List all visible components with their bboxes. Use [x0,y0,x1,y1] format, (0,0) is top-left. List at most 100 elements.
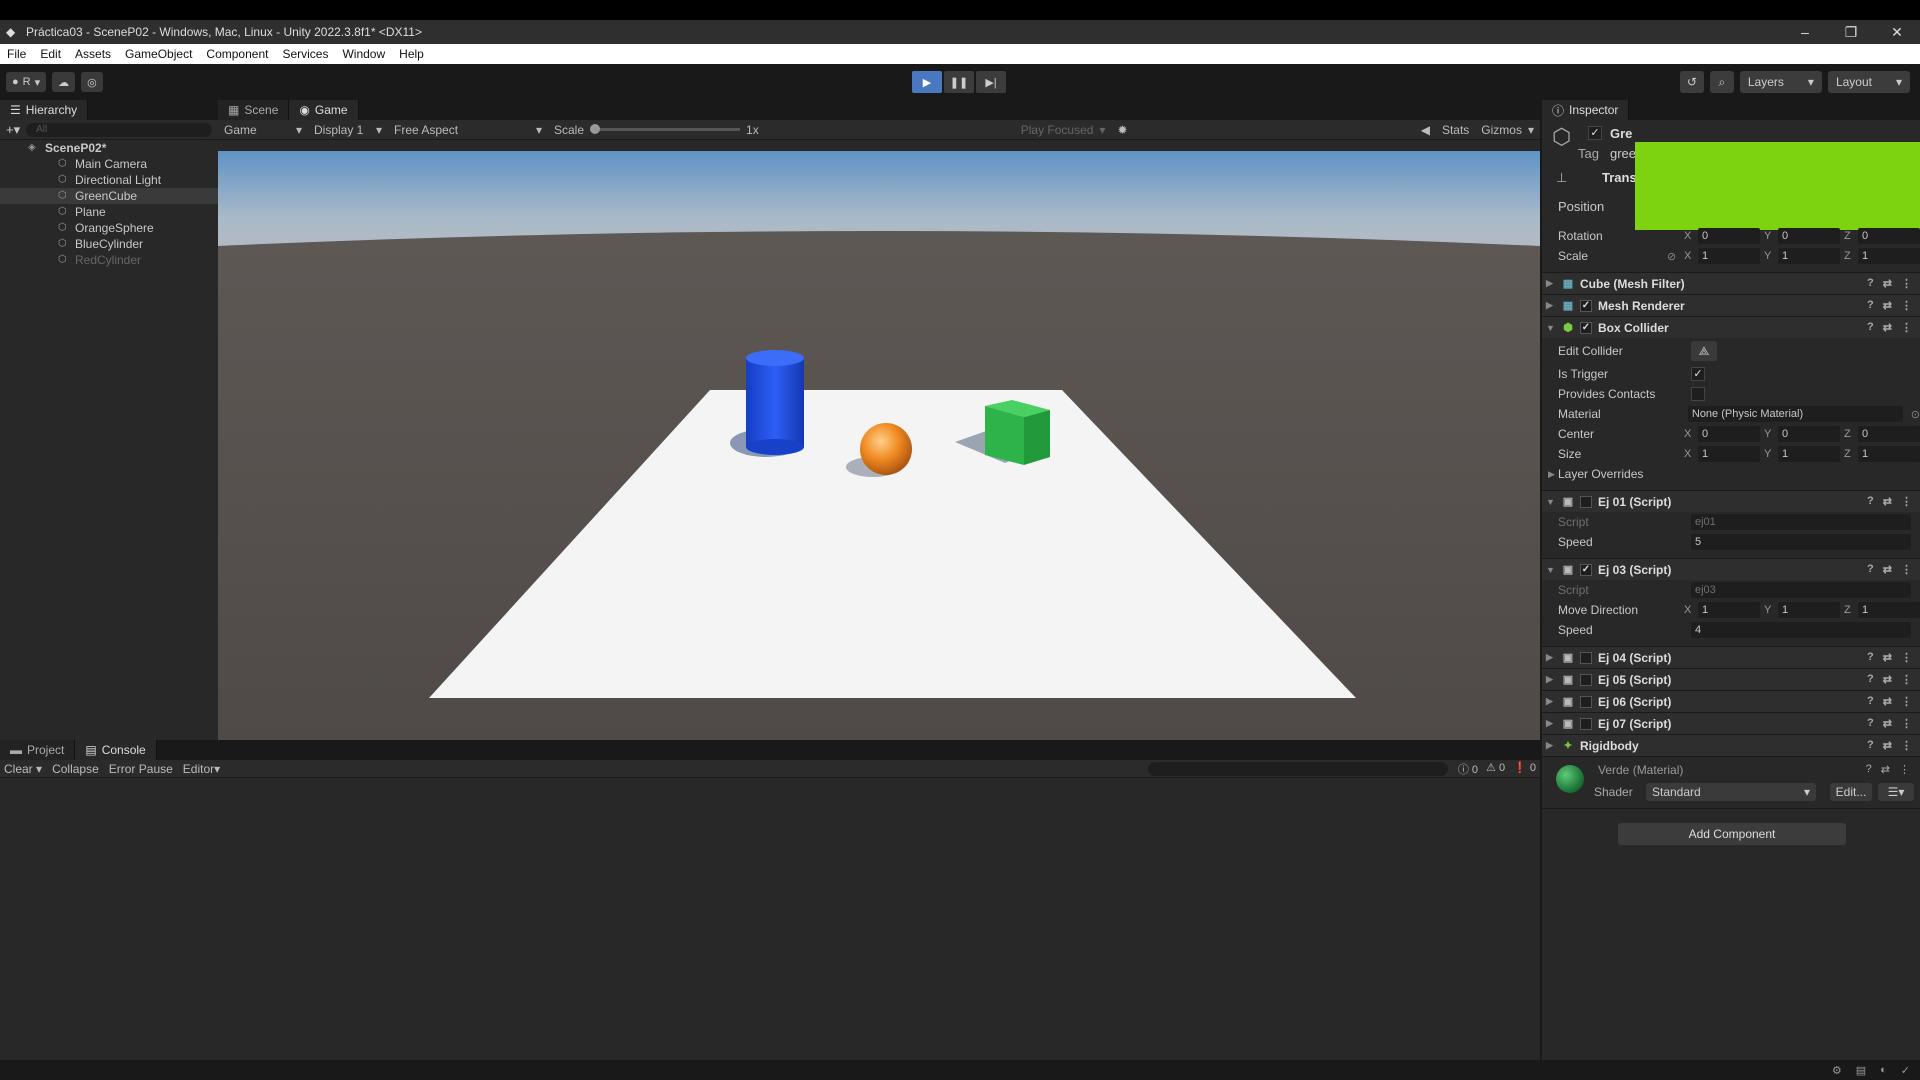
tab-hierarchy[interactable]: ☰ Hierarchy [0,100,89,120]
shader-menu-button[interactable]: ☰▾ [1878,783,1914,801]
hierarchy-item-inactive[interactable]: ⬡ RedCylinder [0,252,218,268]
scale-slider[interactable] [590,124,741,134]
ej05-checkbox[interactable] [1580,673,1592,686]
menu-gameobject[interactable]: GameObject [118,47,199,61]
box-collider-header[interactable]: ▼ ⬢ ✓ Box Collider? ⇄ ⋮ [1542,316,1920,338]
center-z-field[interactable]: 0 [1858,426,1920,442]
collab-button[interactable]: ◎ [81,72,103,92]
help-icon[interactable]: ? [1867,277,1874,290]
minimize-icon[interactable]: – [1782,20,1828,44]
mesh-renderer-header[interactable]: ▶ ▦ ✓ Mesh Renderer? ⇄ ⋮ [1542,294,1920,316]
log-count[interactable]: ⓘ 0 [1458,761,1478,777]
tab-scene[interactable]: ▦ Scene [218,100,290,120]
edit-collider-button[interactable]: ⟁ [1691,341,1717,361]
cloud-button[interactable]: ☁ [52,72,76,92]
center-y-field[interactable]: 0 [1778,426,1840,442]
mesh-renderer-checkbox[interactable]: ✓ [1580,299,1592,312]
is-trigger-checkbox[interactable]: ✓ [1691,367,1705,381]
move-y-field[interactable]: 1 [1778,602,1840,618]
help-icon[interactable]: ? [1866,763,1872,776]
help-icon[interactable]: ? [1867,495,1874,508]
warning-count[interactable]: ⚠ 0 [1486,761,1505,777]
menu-help[interactable]: Help [392,47,431,61]
help-icon[interactable]: ? [1867,651,1874,664]
history-button[interactable]: ↺ [1679,71,1704,93]
error-pause-button[interactable]: Error Pause [109,762,173,776]
hierarchy-search-input[interactable]: All [26,122,212,137]
account-button[interactable]: ● R ▾ [6,72,47,92]
box-collider-checkbox[interactable]: ✓ [1580,321,1592,334]
shader-dropdown[interactable]: Standard ▾ [1646,783,1816,801]
add-icon[interactable]: +▾ [6,122,20,138]
preset-icon[interactable]: ⇄ [1883,717,1892,730]
ej05-script-header[interactable]: ▶ ▣ Ej 05 (Script)? ⇄ ⋮ [1542,668,1920,690]
rotation-y-field[interactable]: 0 [1778,228,1840,244]
preset-icon[interactable]: ⇄ [1881,763,1890,776]
preset-icon[interactable]: ⇄ [1883,299,1892,312]
editor-dropdown[interactable]: Editor▾ [183,762,220,776]
rotation-z-field[interactable]: 0 [1858,228,1920,244]
material-field[interactable]: None (Physic Material) [1687,406,1903,422]
preset-icon[interactable]: ⇄ [1883,651,1892,664]
ej03-script-header[interactable]: ▼ ▣ ✓ Ej 03 (Script)? ⇄ ⋮ [1542,558,1920,580]
hierarchy-item-selected[interactable]: ⬡ GreenCube [0,188,218,204]
ej04-checkbox[interactable] [1580,651,1592,664]
display-dropdown[interactable]: Display 1 ▾ [308,123,388,137]
maximize-icon[interactable]: ❐ [1828,20,1874,44]
tab-project[interactable]: ▬ Project [0,740,76,760]
error-count[interactable]: ❗ 0 [1513,761,1536,777]
more-icon[interactable]: ⋮ [1901,739,1912,752]
more-icon[interactable]: ⋮ [1901,673,1912,686]
preset-icon[interactable]: ⇄ [1883,495,1892,508]
close-icon[interactable]: ✕ [1874,20,1920,44]
gizmos-dropdown[interactable]: Gizmos ▾ [1475,123,1540,137]
move-z-field[interactable]: 1 [1858,602,1920,618]
tab-game[interactable]: ◉ Game [289,100,359,120]
layout-dropdown[interactable]: Layout ▾ [1827,71,1910,93]
more-icon[interactable]: ⋮ [1901,277,1912,290]
settings-button[interactable]: ✹ [1111,123,1133,137]
console-search-input[interactable] [1147,761,1448,776]
stats-button[interactable]: Stats [1436,123,1475,137]
help-icon[interactable]: ? [1867,563,1874,576]
layers-dropdown[interactable]: Layers ▾ [1739,71,1822,93]
tab-inspector[interactable]: ⓘ Inspector [1542,100,1630,120]
help-icon[interactable]: ? [1867,321,1874,334]
more-icon[interactable]: ⋮ [1901,321,1912,334]
add-component-button[interactable]: Add Component [1618,823,1846,845]
center-x-field[interactable]: 0 [1698,426,1760,442]
hierarchy-item[interactable]: ⬡ Plane [0,204,218,220]
rotation-x-field[interactable]: 0 [1698,228,1760,244]
menu-assets[interactable]: Assets [68,47,118,61]
layer-overrides-row[interactable]: ▶ Layer Overrides [1542,464,1920,484]
more-icon[interactable]: ⋮ [1901,495,1912,508]
more-icon[interactable]: ⋮ [1901,299,1912,312]
size-x-field[interactable]: 1 [1698,446,1760,462]
object-name-field[interactable]: Gre [1610,126,1632,141]
ej03-speed-field[interactable]: 4 [1691,622,1911,638]
size-z-field[interactable]: 1 [1858,446,1920,462]
game-viewport[interactable] [218,151,1540,740]
hierarchy-item[interactable]: ⬡ BlueCylinder [0,236,218,252]
menu-component[interactable]: Component [199,47,275,61]
help-icon[interactable]: ? [1867,739,1874,752]
scale-slider-handle[interactable] [590,124,601,134]
preset-icon[interactable]: ⇄ [1883,695,1892,708]
play-button[interactable]: ▶ [912,71,942,93]
scene-row[interactable]: ◈ SceneP02* [0,140,218,156]
audio-button[interactable]: ◀ [1415,123,1436,137]
cache-icon[interactable]: ▤ [1856,1064,1866,1077]
more-icon[interactable]: ⋮ [1901,563,1912,576]
aspect-dropdown[interactable]: Free Aspect ▾ [388,123,548,137]
more-icon[interactable]: ⋮ [1901,717,1912,730]
tab-console[interactable]: ▤ Console [75,740,157,760]
network-icon[interactable]: ⚙ [1832,1064,1842,1077]
ej01-speed-field[interactable]: 5 [1691,534,1911,550]
menu-edit[interactable]: Edit [33,47,68,61]
step-button[interactable]: ▶| [976,71,1006,93]
help-icon[interactable]: ? [1867,695,1874,708]
progress-icon[interactable]: ◐ [1880,1064,1887,1076]
scale-control[interactable]: Scale 1x [548,123,765,137]
ej07-script-header[interactable]: ▶ ▣ Ej 07 (Script)? ⇄ ⋮ [1542,712,1920,734]
ej04-script-header[interactable]: ▶ ▣ Ej 04 (Script)? ⇄ ⋮ [1542,646,1920,668]
